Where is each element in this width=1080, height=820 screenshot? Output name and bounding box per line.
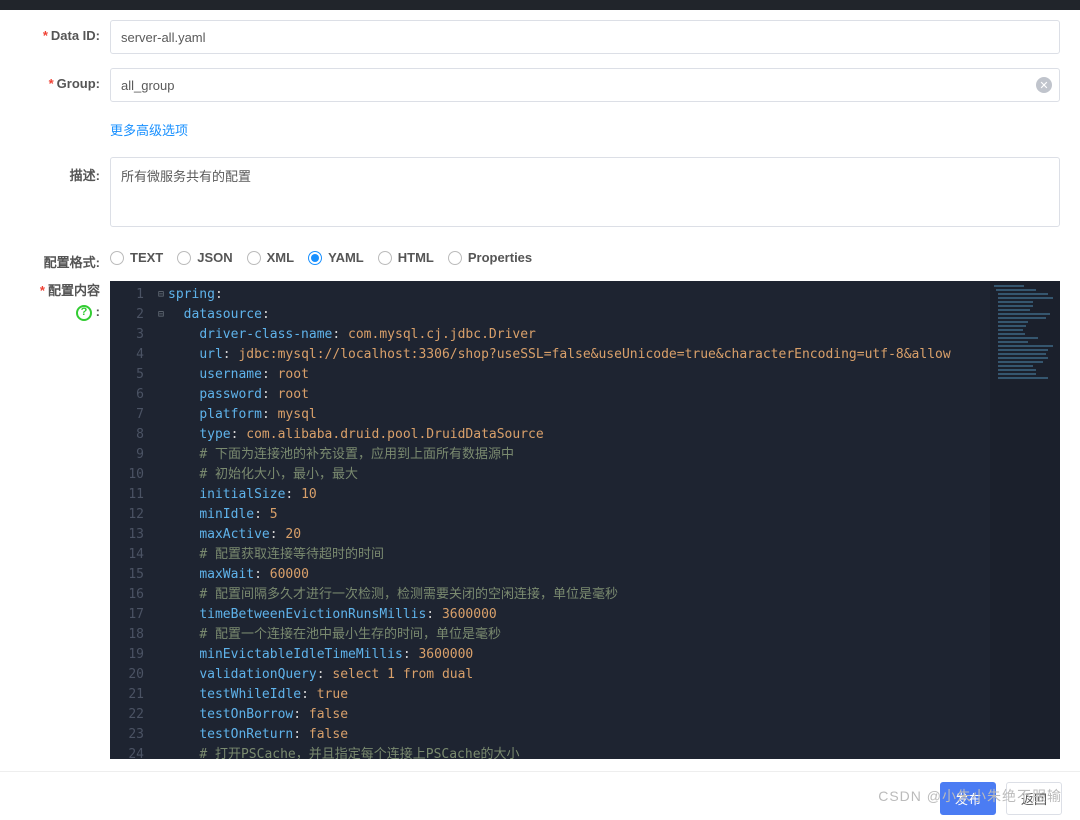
format-radio-yaml[interactable]: YAML [308,250,364,265]
publish-button[interactable]: 发布 [940,782,996,815]
label-content: *配置内容 ? : [20,281,110,321]
label-format: 配置格式: [20,244,110,271]
editor-code[interactable]: spring: datasource: driver-class-name: c… [168,281,951,759]
title-bar [0,0,1080,10]
label-group: *Group: [20,68,110,91]
advanced-options-link[interactable]: 更多高级选项 [110,116,188,143]
format-radio-json[interactable]: JSON [177,250,232,265]
back-button[interactable]: 返回 [1006,782,1062,815]
footer: 发布 返回 [0,771,1080,819]
data-id-input[interactable] [110,20,1060,54]
format-radio-xml[interactable]: XML [247,250,294,265]
clear-icon[interactable]: ✕ [1036,77,1052,93]
editor-gutter: 123456789101112131415161718192021222324 [110,281,154,759]
group-input[interactable] [110,68,1060,102]
format-radio-html[interactable]: HTML [378,250,434,265]
editor-minimap[interactable] [990,281,1060,759]
editor-fold-column: ⊟⊟ [154,281,168,759]
label-data-id: *Data ID: [20,20,110,43]
code-editor[interactable]: 123456789101112131415161718192021222324 … [110,281,1060,759]
format-radio-text[interactable]: TEXT [110,250,163,265]
help-icon[interactable]: ? [76,305,92,321]
config-form: *Data ID: *Group: ✕ 更多高级选项 描述: 所有微服务共有的配… [0,10,1080,759]
desc-input[interactable]: 所有微服务共有的配置 [110,157,1060,227]
format-radio-properties[interactable]: Properties [448,250,532,265]
label-desc: 描述: [20,157,110,184]
format-radio-group: TEXT JSON XML YAML HTML Properties [110,244,1060,265]
